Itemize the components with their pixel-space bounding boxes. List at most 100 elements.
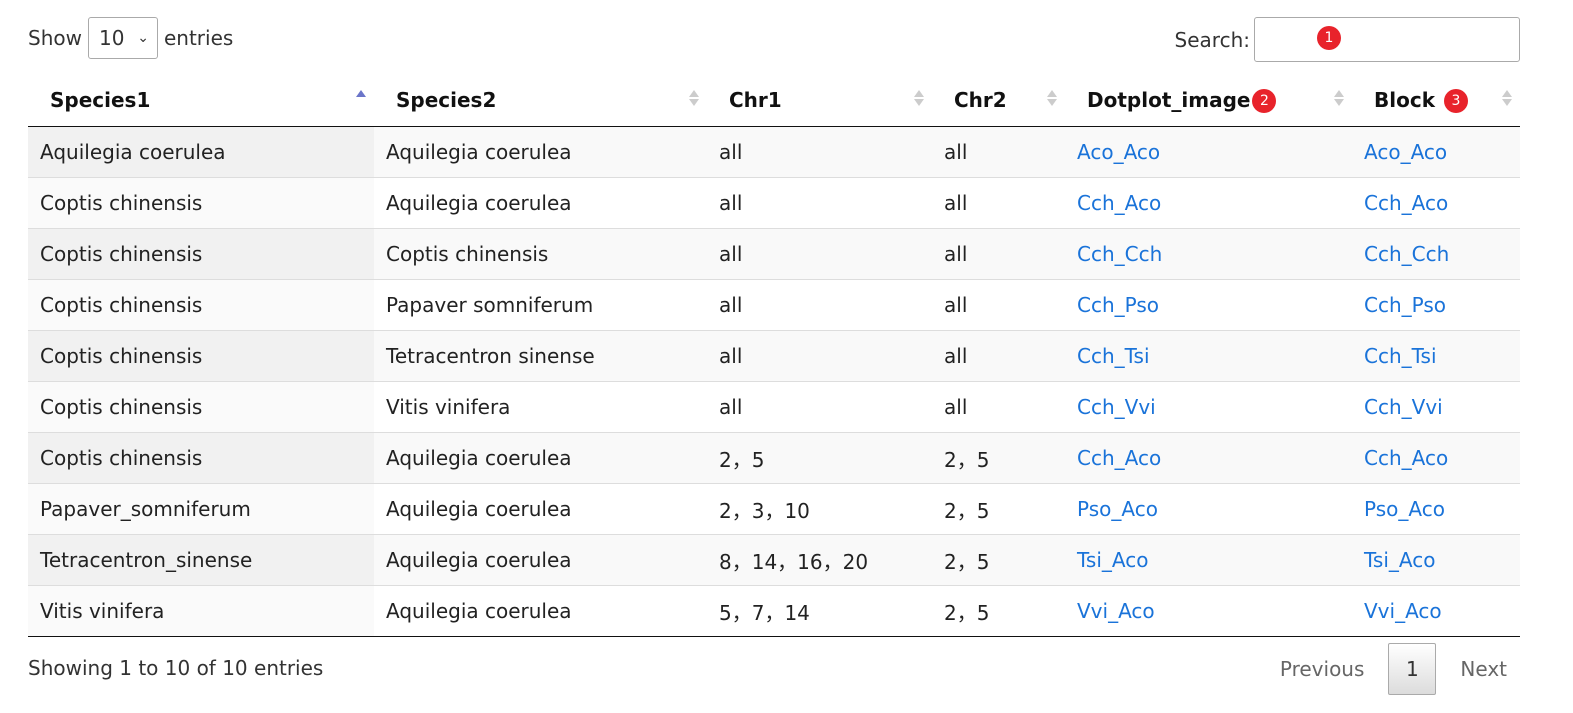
column-label: Chr1: [729, 88, 782, 112]
search-input[interactable]: 1: [1254, 17, 1520, 62]
cell-species1: Vitis vinifera: [28, 585, 374, 637]
block-link[interactable]: Cch_Tsi: [1364, 344, 1437, 368]
cell-chr2: all: [932, 381, 1065, 433]
table-cell: Aco_Aco: [1065, 126, 1352, 178]
cell-chr1: all: [707, 126, 932, 178]
dotplot-link[interactable]: Cch_Aco: [1077, 446, 1161, 470]
block-link[interactable]: Cch_Aco: [1364, 446, 1448, 470]
table-cell: Cch_Vvi: [1352, 381, 1520, 433]
cell-chr1: all: [707, 228, 932, 280]
block-link[interactable]: Tsi_Aco: [1364, 548, 1435, 572]
column-label: Block: [1374, 87, 1435, 112]
datatable-wrapper: Show 10 ⌄ entries Search: 1 Species1 Spe…: [0, 0, 1573, 713]
column-header-chr1[interactable]: Chr1: [707, 74, 932, 127]
cell-species2: Aquilegia coerulea: [374, 432, 707, 484]
cell-chr2: 2，5: [932, 534, 1065, 586]
block-link[interactable]: Cch_Cch: [1364, 242, 1449, 266]
dotplot-link[interactable]: Cch_Pso: [1077, 293, 1159, 317]
page-button-current[interactable]: 1: [1388, 643, 1437, 695]
cell-chr2: all: [932, 279, 1065, 331]
block-link[interactable]: Cch_Vvi: [1364, 395, 1443, 419]
cell-chr1: all: [707, 279, 932, 331]
block-link[interactable]: Aco_Aco: [1364, 140, 1447, 164]
cell-species1: Coptis chinensis: [28, 330, 374, 382]
data-table: Species1 Species2 Chr1 Chr2 Dotplot_imag…: [28, 74, 1520, 637]
table-row: Papaver_somniferum Aquilegia coerulea 2，3，…: [28, 483, 1520, 535]
column-header-chr2[interactable]: Chr2: [932, 74, 1065, 127]
show-label: Show: [28, 26, 82, 50]
column-header-dotplot-image[interactable]: Dotplot_image 2: [1065, 74, 1352, 127]
table-row: Vitis vinifera Aquilegia coerulea 5，7，14 2，…: [28, 585, 1520, 637]
table-row: Tetracentron_sinense Aquilegia coerulea 8，…: [28, 534, 1520, 586]
page-length-select[interactable]: 10 ⌄: [87, 17, 158, 59]
block-link[interactable]: Cch_Pso: [1364, 293, 1446, 317]
table-cell: Cch_Cch: [1352, 228, 1520, 280]
sort-ascending-icon: [356, 90, 366, 106]
column-label: Species2: [396, 88, 497, 112]
cell-chr2: 2，5: [932, 432, 1065, 484]
column-header-species1[interactable]: Species1: [28, 74, 374, 127]
previous-button[interactable]: Previous: [1256, 657, 1389, 681]
dotplot-link[interactable]: Cch_Aco: [1077, 191, 1161, 215]
cell-species1: Papaver_somniferum: [28, 483, 374, 535]
table-cell: Vvi_Aco: [1065, 585, 1352, 637]
cell-chr1: all: [707, 330, 932, 382]
cell-species2: Coptis chinensis: [374, 228, 707, 280]
sort-both-icon: [914, 90, 924, 106]
page-length-value: 10: [98, 26, 125, 50]
search-label: Search:: [1174, 27, 1250, 52]
cell-chr2: all: [932, 177, 1065, 229]
cell-species1: Coptis chinensis: [28, 228, 374, 280]
cell-species2: Aquilegia coerulea: [374, 177, 707, 229]
block-link[interactable]: Cch_Aco: [1364, 191, 1448, 215]
cell-species1: Coptis chinensis: [28, 279, 374, 331]
table-info: Showing 1 to 10 of 10 entries: [28, 656, 324, 680]
cell-species1: Coptis chinensis: [28, 177, 374, 229]
cell-chr2: all: [932, 330, 1065, 382]
table-row: Coptis chinensis Coptis chinensis all all Cc…: [28, 228, 1520, 280]
table-body: Aquilegia coerulea Aquilegia coerulea all a…: [28, 126, 1520, 637]
table-cell: Cch_Aco: [1352, 432, 1520, 484]
dotplot-link[interactable]: Cch_Tsi: [1077, 344, 1150, 368]
block-link[interactable]: Vvi_Aco: [1364, 599, 1442, 623]
table-row: Coptis chinensis Aquilegia coerulea all all…: [28, 177, 1520, 229]
cell-chr1: 2，5: [707, 432, 932, 484]
column-header-species2[interactable]: Species2: [374, 74, 707, 127]
cell-species1: Aquilegia coerulea: [28, 126, 374, 178]
cell-species1: Coptis chinensis: [28, 432, 374, 484]
cell-chr2: all: [932, 126, 1065, 178]
table-cell: Pso_Aco: [1352, 483, 1520, 535]
cell-species2: Aquilegia coerulea: [374, 483, 707, 535]
dotplot-link[interactable]: Cch_Vvi: [1077, 395, 1156, 419]
sort-both-icon: [1502, 90, 1512, 106]
chevron-down-icon: ⌄: [137, 30, 149, 46]
column-label: Dotplot_image: [1087, 87, 1251, 112]
table-row: Coptis chinensis Papaver somniferum all all…: [28, 279, 1520, 331]
table-cell: Cch_Aco: [1065, 177, 1352, 229]
next-button[interactable]: Next: [1436, 657, 1531, 681]
cell-species2: Aquilegia coerulea: [374, 534, 707, 586]
cell-chr1: 2，3，10: [707, 483, 932, 535]
dotplot-link[interactable]: Tsi_Aco: [1077, 548, 1148, 572]
block-link[interactable]: Pso_Aco: [1364, 497, 1445, 521]
annotation-badge-2: 2: [1252, 88, 1277, 113]
cell-chr1: all: [707, 177, 932, 229]
dotplot-link[interactable]: Aco_Aco: [1077, 140, 1160, 164]
dotplot-link[interactable]: Cch_Cch: [1077, 242, 1162, 266]
dotplot-link[interactable]: Pso_Aco: [1077, 497, 1158, 521]
table-cell: Pso_Aco: [1065, 483, 1352, 535]
table-cell: Cch_Pso: [1352, 279, 1520, 331]
table-cell: Cch_Aco: [1352, 177, 1520, 229]
annotation-badge-1: 1: [1317, 26, 1341, 50]
column-label: Species1: [50, 88, 151, 112]
table-row: Coptis chinensis Vitis vinifera all all Cch_…: [28, 381, 1520, 433]
column-header-block[interactable]: Block 3: [1352, 74, 1520, 127]
cell-species2: Aquilegia coerulea: [374, 126, 707, 178]
sort-both-icon: [1047, 90, 1057, 106]
cell-chr1: 8，14，16，20: [707, 534, 932, 586]
cell-chr1: 5，7，14: [707, 585, 932, 637]
search-control: Search: 1: [1175, 17, 1520, 62]
table-header-row: Species1 Species2 Chr1 Chr2 Dotplot_imag…: [28, 74, 1520, 127]
cell-chr2: 2，5: [932, 483, 1065, 535]
dotplot-link[interactable]: Vvi_Aco: [1077, 599, 1155, 623]
